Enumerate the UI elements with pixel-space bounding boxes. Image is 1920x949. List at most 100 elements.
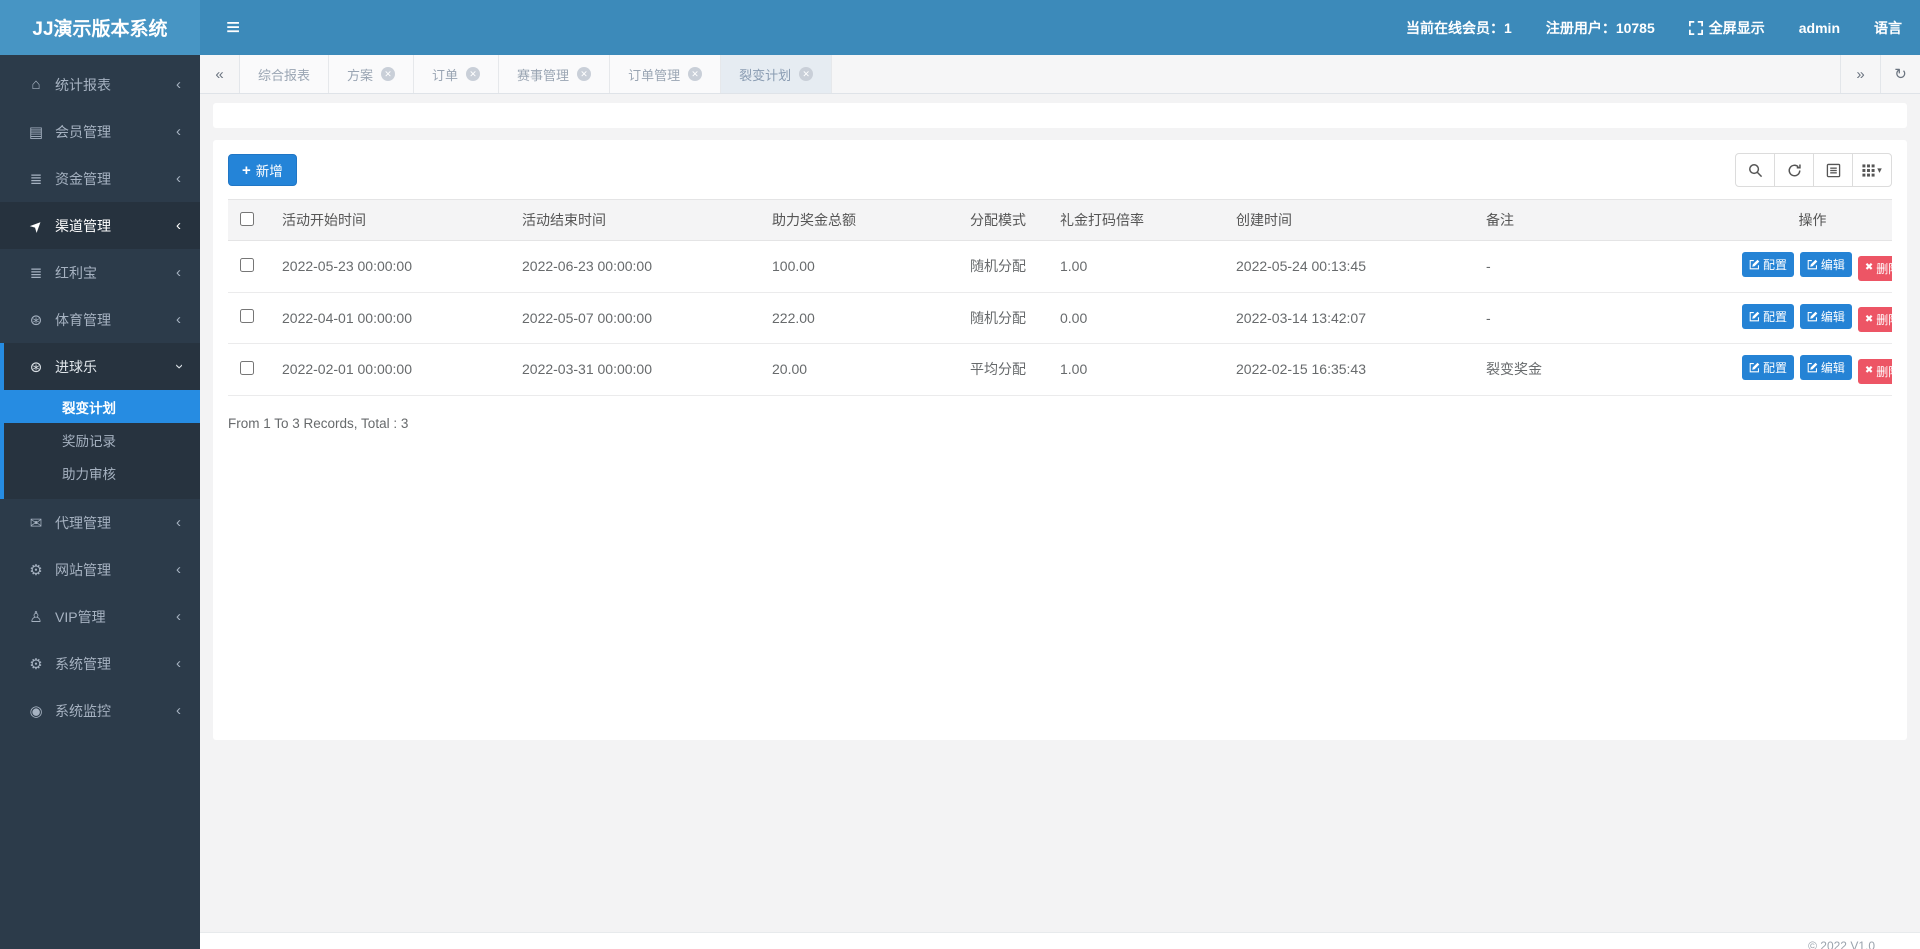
- row-checkbox[interactable]: [240, 361, 254, 375]
- tab-comprehensive-report[interactable]: 综合报表: [240, 55, 329, 93]
- registered-users-count: 注册用户：10785: [1546, 18, 1655, 38]
- online-members-count: 当前在线会员：1: [1406, 18, 1512, 38]
- column-header-created-time: 创建时间: [1228, 200, 1478, 241]
- tabs-scroll-right-button[interactable]: »: [1840, 55, 1880, 93]
- column-header-start-time: 活动开始时间: [274, 200, 514, 241]
- sidebar-subitem-assist-review[interactable]: 助力审核: [4, 456, 200, 489]
- columns-button[interactable]: ▾: [1852, 153, 1892, 187]
- close-icon[interactable]: ✕: [381, 67, 395, 81]
- edit-square-icon: [1807, 259, 1818, 270]
- add-button[interactable]: + 新增: [228, 154, 297, 186]
- delete-button[interactable]: ✖ 删除: [1858, 256, 1892, 281]
- chevron-left-icon: ‹: [176, 76, 181, 93]
- column-header-wager-multiplier: 礼金打码倍率: [1052, 200, 1228, 241]
- gears-icon: ⚙: [26, 561, 46, 579]
- language-menu[interactable]: 语言: [1874, 18, 1902, 38]
- chevron-left-icon: ‹: [176, 264, 181, 281]
- column-header-actions: 操作: [1733, 200, 1892, 241]
- columns-grid-icon: [1862, 164, 1875, 177]
- delete-button[interactable]: ✖ 删除: [1858, 307, 1892, 332]
- close-icon[interactable]: ✕: [688, 67, 702, 81]
- tab-plan[interactable]: 方案 ✕: [329, 55, 414, 93]
- chevron-left-icon: ‹: [176, 561, 181, 578]
- tabs-scroll-left-button[interactable]: «: [200, 55, 240, 93]
- chevron-down-icon: ‹: [170, 364, 187, 369]
- footer: © 2022 V1.0: [200, 932, 1920, 949]
- tab-order-management[interactable]: 订单管理 ✕: [610, 55, 721, 93]
- user-menu[interactable]: admin: [1799, 20, 1840, 36]
- sidebar-item-system-settings[interactable]: ⚙ 系统管理 ‹: [0, 640, 200, 687]
- tab-orders[interactable]: 订单 ✕: [414, 55, 499, 93]
- detail-view-icon: [1826, 163, 1841, 178]
- app-logo[interactable]: JJ演示版本系统: [0, 0, 200, 55]
- config-button[interactable]: 配置: [1742, 355, 1794, 380]
- edit-square-icon: [1749, 259, 1760, 270]
- user-icon: ♙: [26, 608, 46, 626]
- table-row: 2022-05-23 00:00:00 2022-06-23 00:00:00 …: [228, 241, 1892, 293]
- tab-bar: « 综合报表 方案 ✕ 订单 ✕ 赛事管理 ✕ 订单管理 ✕ 裂变计划 ✕ » …: [200, 55, 1920, 94]
- envelope-icon: ✉: [26, 514, 46, 532]
- sidebar-item-goal-fun[interactable]: ⊛ 进球乐 ‹: [4, 343, 200, 390]
- chevron-left-icon: ‹: [176, 217, 181, 234]
- delete-button[interactable]: ✖ 删除: [1858, 359, 1892, 384]
- config-button[interactable]: 配置: [1742, 252, 1794, 277]
- close-icon[interactable]: ✕: [466, 67, 480, 81]
- sidebar-item-sports[interactable]: ⊛ 体育管理 ‹: [0, 296, 200, 343]
- query-form-strip: [213, 103, 1907, 128]
- sidebar-item-members[interactable]: ▤ 会员管理 ‹: [0, 108, 200, 155]
- refresh-icon: [1787, 163, 1802, 178]
- home-icon: ⌂: [26, 76, 46, 93]
- row-checkbox[interactable]: [240, 309, 254, 323]
- search-button[interactable]: [1735, 153, 1775, 187]
- sidebar-subitem-fission-plan[interactable]: 裂变计划: [4, 390, 200, 423]
- refresh-button[interactable]: [1774, 153, 1814, 187]
- main-content: + 新增: [200, 94, 1920, 949]
- plus-icon: +: [242, 163, 251, 178]
- sidebar-item-funds[interactable]: ≣ 资金管理 ‹: [0, 155, 200, 202]
- chevron-left-icon: ‹: [176, 311, 181, 328]
- sidebar-item-statistics[interactable]: ⌂ 统计报表 ‹: [0, 61, 200, 108]
- fission-plan-panel: + 新增: [213, 140, 1907, 740]
- gear-icon: ⚙: [26, 655, 46, 673]
- rocket-icon: ➤: [26, 217, 46, 235]
- x-icon: ✖: [1865, 366, 1873, 376]
- tabs-refresh-button[interactable]: ↻: [1880, 55, 1920, 93]
- table-tools: ▾: [1735, 153, 1892, 187]
- sidebar-item-vip[interactable]: ♙ VIP管理 ‹: [0, 593, 200, 640]
- database-icon: ≣: [26, 264, 46, 282]
- chevron-left-icon: ‹: [176, 608, 181, 625]
- sidebar-toggle-icon[interactable]: ≡: [226, 16, 240, 40]
- top-header: JJ演示版本系统 ≡ 当前在线会员：1 注册用户：10785 全屏显示 admi…: [0, 0, 1920, 55]
- sidebar-group-goal-fun: ⊛ 进球乐 ‹ 裂变计划 奖励记录 助力审核: [0, 343, 200, 499]
- close-icon[interactable]: ✕: [577, 67, 591, 81]
- column-header-total-bonus: 助力奖金总额: [764, 200, 962, 241]
- tab-fission-plan[interactable]: 裂变计划 ✕: [721, 55, 832, 93]
- chevron-left-icon: ‹: [176, 170, 181, 187]
- tab-event-management[interactable]: 赛事管理 ✕: [499, 55, 610, 93]
- column-header-end-time: 活动结束时间: [514, 200, 764, 241]
- fullscreen-button[interactable]: 全屏显示: [1689, 18, 1765, 38]
- edit-square-icon: [1749, 362, 1760, 373]
- sidebar-item-agents[interactable]: ✉ 代理管理 ‹: [0, 499, 200, 546]
- edit-button[interactable]: 编辑: [1800, 252, 1852, 277]
- chevron-down-icon: ▾: [1877, 165, 1882, 176]
- sidebar-subitem-reward-records[interactable]: 奖励记录: [4, 423, 200, 456]
- sidebar-item-website[interactable]: ⚙ 网站管理 ‹: [0, 546, 200, 593]
- sidebar-item-channels[interactable]: ➤ 渠道管理 ‹: [0, 202, 200, 249]
- table-header-row: 活动开始时间 活动结束时间 助力奖金总额 分配模式 礼金打码倍率 创建时间 备注…: [228, 200, 1892, 241]
- row-checkbox[interactable]: [240, 258, 254, 272]
- x-icon: ✖: [1865, 315, 1873, 325]
- edit-square-icon: [1807, 311, 1818, 322]
- select-all-checkbox[interactable]: [240, 212, 254, 226]
- edit-button[interactable]: 编辑: [1800, 355, 1852, 380]
- close-icon[interactable]: ✕: [799, 67, 813, 81]
- sidebar-item-bonus[interactable]: ≣ 红利宝 ‹: [0, 249, 200, 296]
- edit-button[interactable]: 编辑: [1800, 304, 1852, 329]
- detail-view-button[interactable]: [1813, 153, 1853, 187]
- chevron-left-icon: ‹: [176, 655, 181, 672]
- copyright-text: © 2022 V1.0: [1808, 939, 1875, 949]
- column-header-distribution-mode: 分配模式: [962, 200, 1052, 241]
- config-button[interactable]: 配置: [1742, 304, 1794, 329]
- header-bar: ≡ 当前在线会员：1 注册用户：10785 全屏显示 admin 语言: [200, 0, 1920, 55]
- sidebar-item-system-monitor[interactable]: ◉ 系统监控 ‹: [0, 687, 200, 734]
